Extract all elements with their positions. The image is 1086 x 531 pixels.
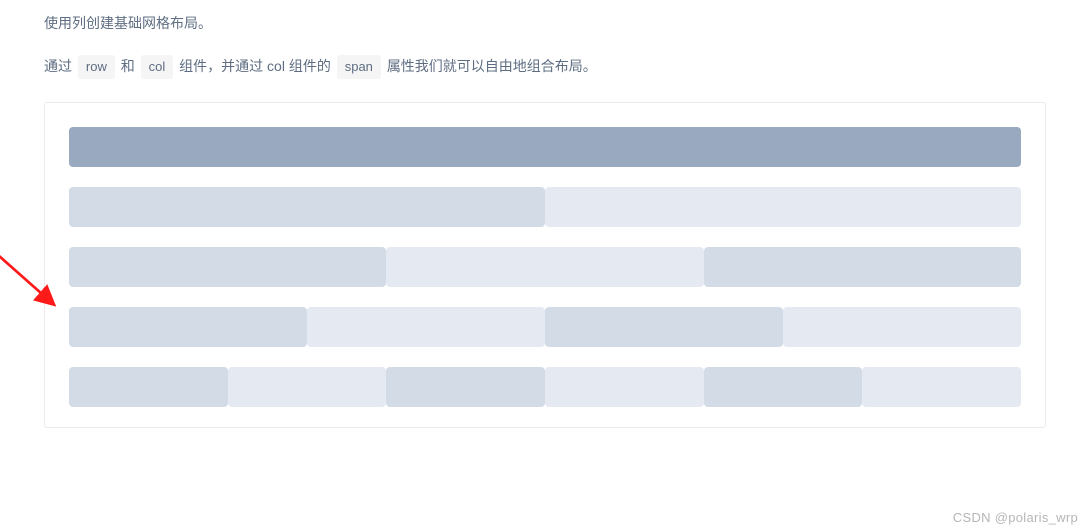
grid-col	[862, 367, 1021, 407]
grid-row	[69, 247, 1021, 287]
grid-col	[783, 307, 1021, 347]
grid-col	[69, 127, 1021, 167]
code-tag-span: span	[337, 55, 381, 78]
demo-box	[44, 102, 1046, 428]
grid-col	[69, 247, 386, 287]
grid-col	[545, 187, 1021, 227]
grid-col	[545, 367, 704, 407]
grid-row	[69, 187, 1021, 227]
grid-col	[69, 367, 228, 407]
intro-text: 使用列创建基础网格布局。	[44, 12, 1046, 34]
grid-col	[704, 247, 1021, 287]
grid-row	[69, 367, 1021, 407]
code-tag-col: col	[141, 55, 174, 78]
desc-part: 和	[121, 58, 139, 74]
grid-col	[386, 247, 703, 287]
desc-part: 通过	[44, 58, 76, 74]
page-root: 使用列创建基础网格布局。 通过 row 和 col 组件，并通过 col 组件的…	[0, 0, 1086, 428]
desc-part: 属性我们就可以自由地组合布局。	[387, 58, 597, 74]
grid-row	[69, 127, 1021, 167]
grid-col	[228, 367, 387, 407]
grid-row	[69, 307, 1021, 347]
grid-col	[69, 307, 307, 347]
grid-col	[704, 367, 863, 407]
desc-part: 组件，并通过 col 组件的	[179, 58, 335, 74]
grid-col	[386, 367, 545, 407]
description-text: 通过 row 和 col 组件，并通过 col 组件的 span 属性我们就可以…	[44, 54, 1046, 79]
grid-col	[545, 307, 783, 347]
code-tag-row: row	[78, 55, 115, 78]
grid-col	[307, 307, 545, 347]
grid-col	[69, 187, 545, 227]
watermark-text: CSDN @polaris_wrp	[953, 510, 1078, 525]
